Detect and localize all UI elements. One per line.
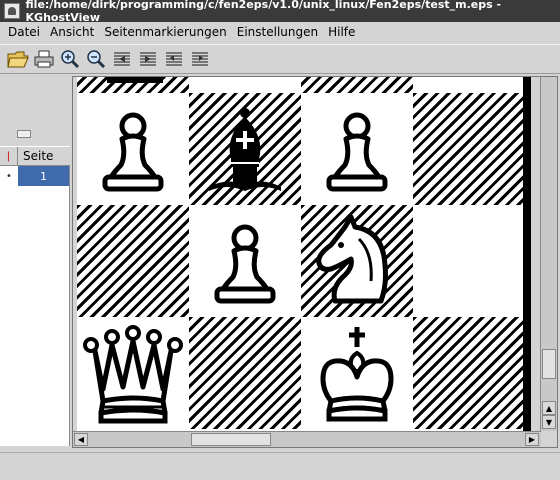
prev-page-button[interactable] bbox=[110, 47, 134, 71]
board-square bbox=[301, 205, 413, 317]
scroll-down-arrow-icon[interactable]: ▼ bbox=[542, 415, 556, 429]
page-list: • 1 bbox=[0, 166, 70, 446]
board-square bbox=[189, 317, 301, 429]
open-button[interactable] bbox=[6, 47, 30, 71]
menubar: Datei Ansicht Seitenmarkierungen Einstel… bbox=[0, 22, 560, 42]
list-item[interactable]: • 1 bbox=[0, 166, 69, 186]
page-preview-toggle[interactable] bbox=[17, 130, 31, 138]
zoom-out-button[interactable] bbox=[84, 47, 108, 71]
page-number[interactable]: 1 bbox=[18, 166, 69, 186]
seite-column-header[interactable]: Seite bbox=[18, 147, 70, 165]
print-icon bbox=[34, 50, 54, 68]
next-page-button[interactable] bbox=[136, 47, 160, 71]
page-list-header: ❘ Seite bbox=[0, 146, 70, 166]
page-list-panel: ❘ Seite • 1 bbox=[0, 76, 70, 446]
scroll-right-arrow-icon[interactable]: ▶ bbox=[525, 433, 539, 446]
menu-seitenmarkierungen[interactable]: Seitenmarkierungen bbox=[99, 25, 231, 39]
board-square bbox=[413, 317, 523, 429]
white-pawn-icon bbox=[214, 224, 276, 304]
toolbar bbox=[0, 44, 560, 74]
white-pawn-icon bbox=[102, 112, 164, 192]
first-page-button[interactable] bbox=[162, 47, 186, 71]
zoom-out-icon bbox=[87, 50, 106, 69]
zoom-in-button[interactable] bbox=[58, 47, 82, 71]
board-square bbox=[301, 77, 413, 93]
white-pawn-icon bbox=[326, 112, 388, 192]
black-rook-base bbox=[107, 77, 163, 83]
kghostview-app-icon bbox=[4, 3, 20, 19]
first-page-icon bbox=[166, 52, 182, 66]
horizontal-scroll-thumb[interactable] bbox=[191, 433, 271, 446]
menu-hilfe[interactable]: Hilfe bbox=[323, 25, 360, 39]
white-king-icon bbox=[320, 327, 394, 422]
diagram-border bbox=[523, 77, 531, 431]
statusbar bbox=[0, 452, 560, 480]
menu-datei[interactable]: Datei bbox=[0, 25, 45, 39]
board-square bbox=[77, 205, 189, 317]
scroll-up-arrow-icon[interactable]: ▲ bbox=[542, 401, 556, 415]
scroll-left-arrow-icon[interactable]: ◀ bbox=[74, 433, 88, 446]
white-knight-icon bbox=[316, 214, 388, 304]
open-icon bbox=[7, 51, 29, 68]
board-square bbox=[413, 77, 523, 93]
last-page-icon bbox=[192, 52, 208, 66]
print-button[interactable] bbox=[32, 47, 56, 71]
board-square bbox=[77, 317, 189, 429]
horizontal-scrollbar[interactable]: ◀ ▶ bbox=[73, 431, 541, 447]
board-square bbox=[77, 93, 189, 205]
document-viewer[interactable]: ▲ ▼ ◀ ▶ bbox=[72, 76, 558, 448]
board-square bbox=[189, 93, 301, 205]
menu-einstellungen[interactable]: Einstellungen bbox=[232, 25, 323, 39]
chess-diagram bbox=[77, 77, 523, 431]
prev-page-icon bbox=[114, 52, 130, 66]
board-square bbox=[301, 93, 413, 205]
mark-column-header[interactable]: ❘ bbox=[0, 147, 18, 165]
menu-ansicht[interactable]: Ansicht bbox=[45, 25, 99, 39]
vertical-scroll-thumb[interactable] bbox=[542, 349, 556, 379]
board-square bbox=[189, 77, 301, 93]
next-page-icon bbox=[140, 52, 156, 66]
board-square bbox=[189, 205, 301, 317]
zoom-in-icon bbox=[61, 50, 80, 69]
board-square bbox=[301, 317, 413, 429]
window-titlebar: file:/home/dirk/programming/c/fen2eps/v1… bbox=[0, 0, 560, 24]
white-queen-icon bbox=[83, 325, 183, 424]
black-bishop-icon bbox=[209, 108, 281, 191]
board-square bbox=[413, 93, 523, 205]
last-page-button[interactable] bbox=[188, 47, 212, 71]
page-mark-bullet[interactable]: • bbox=[0, 166, 18, 186]
window-title: file:/home/dirk/programming/c/fen2eps/v1… bbox=[25, 0, 502, 24]
vertical-scrollbar[interactable]: ▲ ▼ bbox=[540, 77, 557, 431]
board-square bbox=[413, 205, 523, 317]
